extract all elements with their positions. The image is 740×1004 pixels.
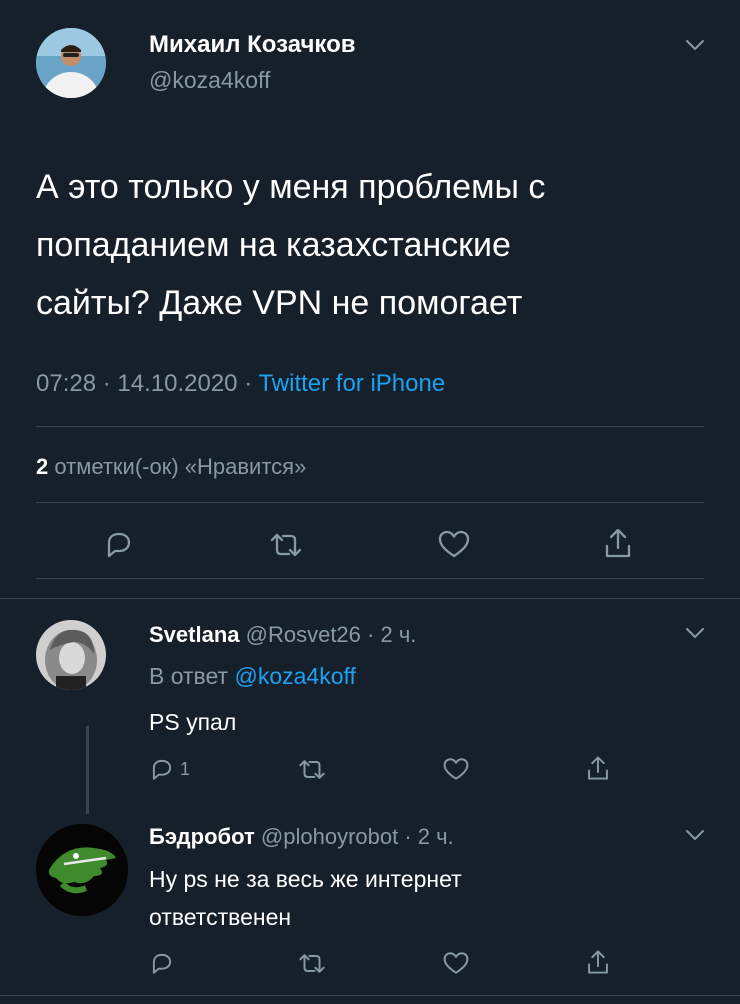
likes-count: 2 [36, 454, 49, 479]
heart-icon[interactable] [442, 756, 470, 782]
reply-text-line: Ну ps не за весь же интернет [149, 866, 462, 892]
author-handle[interactable]: @koza4koff [149, 66, 270, 94]
heart-icon[interactable] [437, 528, 471, 560]
reply-text: Ну ps не за весь же интернет ответствене… [149, 860, 462, 936]
chevron-down-icon[interactable] [684, 38, 706, 52]
author-avatar[interactable] [36, 28, 106, 98]
share-icon[interactable] [585, 754, 611, 782]
chevron-down-icon[interactable] [684, 626, 706, 640]
reply-text-line: ответственен [149, 904, 292, 930]
reply-icon[interactable] [103, 528, 135, 560]
section-divider [0, 598, 740, 599]
tweet-meta: 07:28 · 14.10.2020 · Twitter for iPhone [36, 368, 445, 400]
reply-count: 1 [180, 759, 191, 779]
tweet-text-line: попаданием на казахстанские [36, 226, 511, 264]
author-avatar[interactable] [36, 620, 106, 690]
reply-icon[interactable] [149, 756, 175, 782]
meta-separator: · [398, 824, 418, 849]
likes-label: отметки(-ок) «Нравится» [54, 454, 307, 479]
meta-separator: · [360, 622, 381, 647]
reply-time: 2 ч. [380, 622, 417, 647]
reply-header: Бэдробот @plohoyrobot · 2 ч. [149, 822, 454, 852]
tweet-time: 07:28 [36, 370, 97, 397]
tweet-date: 14.10.2020 [117, 370, 238, 397]
share-icon[interactable] [602, 526, 634, 560]
reply-to: В ответ @koza4koff [149, 660, 356, 692]
tweet-source-link[interactable]: Twitter for iPhone [258, 370, 445, 397]
author-name[interactable]: Михаил Козачков [149, 30, 356, 60]
author-handle[interactable]: @Rosvet26 [246, 622, 361, 647]
divider [0, 995, 740, 996]
chevron-down-icon[interactable] [684, 828, 706, 842]
reply-text: PS упал [149, 709, 237, 735]
tweet-text-line: сайты? Даже VPN не помогает [36, 284, 523, 322]
divider [36, 426, 704, 427]
reply-to-handle[interactable]: @koza4koff [234, 663, 355, 689]
tweet-text-line: А это только у меня проблемы с [36, 168, 546, 206]
meta-separator: · [244, 370, 253, 397]
heart-icon[interactable] [442, 950, 470, 976]
meta-separator: · [102, 370, 111, 397]
thread-line [86, 726, 89, 814]
reply-header: Svetlana @Rosvet26 · 2 ч. [149, 620, 416, 650]
author-avatar[interactable] [36, 824, 128, 916]
reply-to-prefix: В ответ [149, 663, 229, 689]
divider [36, 502, 704, 503]
author-name[interactable]: Бэдробот [149, 824, 255, 849]
share-icon[interactable] [585, 948, 611, 976]
tweet-text: А это только у меня проблемы с попадание… [36, 158, 545, 332]
reply-icon[interactable] [149, 950, 175, 976]
author-name[interactable]: Svetlana [149, 622, 240, 647]
likes-stat[interactable]: 2 отметки(-ок) «Нравится» [36, 452, 306, 482]
retweet-icon[interactable] [297, 951, 327, 976]
retweet-icon[interactable] [268, 530, 304, 560]
reply-time: 2 ч. [417, 824, 454, 849]
divider [36, 578, 704, 579]
author-handle[interactable]: @plohoyrobot [261, 824, 398, 849]
retweet-icon[interactable] [297, 757, 327, 782]
